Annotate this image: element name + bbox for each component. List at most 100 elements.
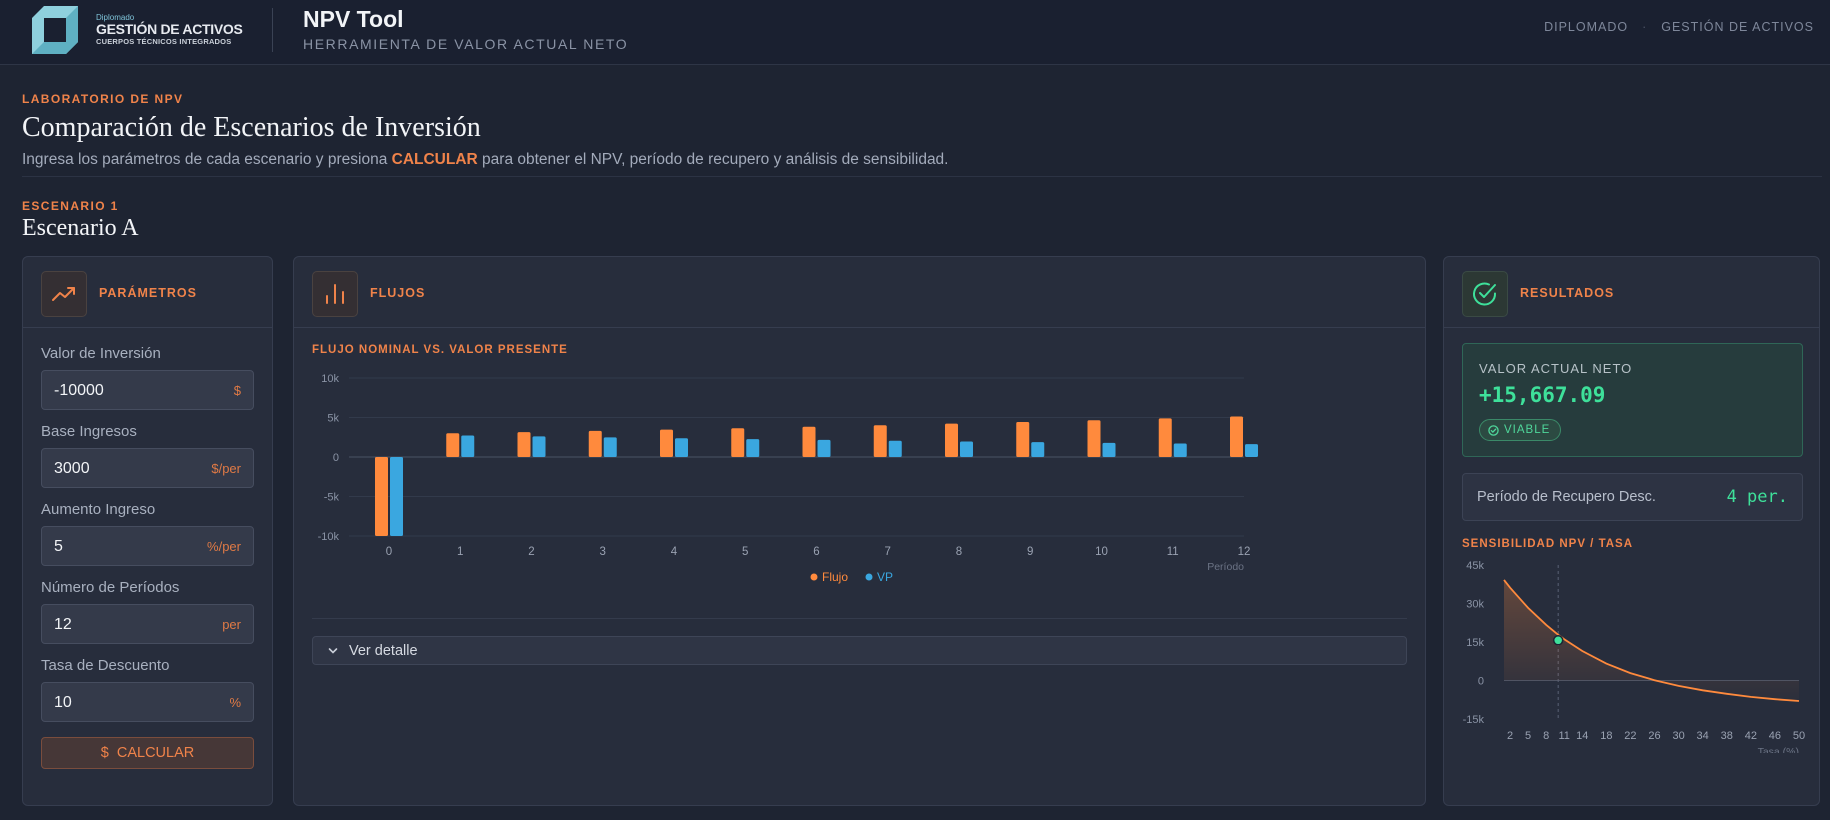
nav-link-diplomado[interactable]: DIPLOMADO [1544, 20, 1628, 34]
bar-flujo [446, 433, 460, 457]
params-card-header: PARÁMETROS [23, 257, 272, 328]
x-tick-label: 2 [1507, 730, 1513, 742]
y-tick-label: 0 [333, 452, 339, 464]
flows-divider [312, 618, 1407, 619]
npv-label: VALOR ACTUAL NETO [1479, 361, 1633, 376]
bar-flujo [873, 425, 887, 457]
periods-input[interactable] [54, 614, 194, 636]
bar-flujo [1158, 418, 1172, 457]
x-tick-label: 30 [1672, 730, 1684, 742]
bar-vp [390, 457, 403, 536]
bar-vp [960, 441, 973, 457]
x-axis-label: Período [1207, 561, 1244, 573]
bar-flujo [731, 428, 745, 457]
header-divider [272, 8, 273, 52]
x-tick-label: 3 [600, 546, 606, 558]
bar-vp [888, 440, 902, 457]
logo-icon [32, 6, 78, 54]
x-tick-label: 4 [671, 546, 678, 558]
x-tick-label: 38 [1721, 730, 1733, 742]
params-card-title: PARÁMETROS [99, 286, 197, 300]
investment-input[interactable] [54, 380, 194, 402]
x-tick-label: 46 [1769, 730, 1781, 742]
bar-flujo [517, 432, 531, 457]
top-bar: Diplomado GESTIÓN DE ACTIVOS CUERPOS TÉC… [0, 0, 1830, 65]
y-tick-label: -5k [324, 492, 340, 504]
base-income-field[interactable]: $/per [41, 448, 254, 488]
scenario-kicker: ESCENARIO 1 [22, 199, 119, 213]
x-tick-label: 18 [1600, 730, 1612, 742]
income-growth-field[interactable]: %/per [41, 526, 254, 566]
y-tick-label: 15k [1466, 637, 1484, 649]
sensitivity-line-chart: 45k 30k 15k 0 -15k 2 5 8 11 14 18 22 26 30 34 38 42 46 50 T… [1463, 560, 1806, 753]
discount-rate-unit: % [229, 695, 241, 710]
page-kicker: LABORATORIO DE NPV [22, 92, 184, 106]
x-tick-label: 12 [1238, 546, 1251, 558]
logo-main-text: GESTIÓN DE ACTIVOS [96, 21, 243, 37]
periods-label: Número de Períodos [41, 579, 180, 596]
view-details-toggle[interactable]: Ver detalle [312, 636, 1407, 665]
bar-flujo [588, 430, 602, 457]
base-income-input[interactable] [54, 458, 194, 480]
x-tick-label: 0 [386, 546, 392, 558]
bar-vp [532, 436, 546, 457]
x-tick-label: 11 [1558, 730, 1569, 742]
scenario-title: Escenario A [22, 215, 139, 241]
calculate-button-label: CALCULAR [116, 745, 195, 761]
chevron-down-icon [328, 647, 338, 654]
y-tick-label: -10k [318, 531, 340, 543]
flows-chart-title: FLUJO NOMINAL VS. VALOR PRESENTE [312, 344, 568, 356]
periods-unit: per [222, 617, 241, 632]
investment-label: Valor de Inversión [41, 345, 161, 362]
x-tick-label: 22 [1624, 730, 1636, 742]
app-subtitle: HERRAMIENTA DE VALOR ACTUAL NETO [303, 36, 629, 52]
calculate-button[interactable]: $ CALCULAR [41, 737, 254, 769]
results-card: RESULTADOS VALOR ACTUAL NETO +15,667.09 … [1443, 256, 1820, 806]
check-circle-icon [1462, 271, 1508, 317]
npv-value: +15,667.09 [1479, 383, 1606, 407]
flows-bar-chart: 10k5k0-5k-10k0 1 2 3 4 5 6 7 8 9 10 11 12PeríodoFluj… [318, 373, 1258, 584]
x-tick-label: 5 [1525, 730, 1531, 742]
page-lead: Ingresa los parámetros de cada escenario… [22, 151, 949, 169]
investment-field[interactable]: $ [41, 370, 254, 410]
x-tick-label: 14 [1576, 730, 1588, 742]
bar-vp [675, 438, 688, 457]
y-tick-label: 0 [1478, 676, 1484, 688]
top-nav: DIPLOMADO · GESTIÓN DE ACTIVOS [1544, 20, 1814, 34]
npv-panel: VALOR ACTUAL NETO +15,667.09 VIABLE [1462, 343, 1803, 457]
income-growth-input[interactable] [54, 536, 194, 558]
legend-label-vp: VP [877, 570, 893, 584]
x-tick-label: 34 [1697, 730, 1709, 742]
legend-swatch-flujo [810, 573, 818, 581]
discount-rate-field[interactable]: % [41, 682, 254, 722]
sensitivity-title: SENSIBILIDAD NPV / TASA [1462, 538, 1634, 550]
bar-chart-icon [312, 271, 358, 317]
bar-flujo [802, 426, 816, 457]
bar-flujo [375, 457, 388, 536]
bar-vp [1173, 443, 1187, 457]
sensitivity-area [1504, 579, 1799, 701]
x-tick-label: 7 [885, 546, 891, 558]
payback-panel: Período de Recupero Desc. 4 per. [1462, 473, 1803, 521]
payback-label: Período de Recupero Desc. [1477, 489, 1656, 505]
nav-link-gestion-de-activos[interactable]: GESTIÓN DE ACTIVOS [1661, 20, 1814, 34]
y-tick-label: 45k [1466, 560, 1484, 572]
npv-marker-point [1552, 635, 1564, 646]
bar-vp [1245, 444, 1258, 457]
payback-value: 4 per. [1726, 487, 1788, 507]
x-tick-label: 6 [813, 546, 819, 558]
x-tick-label: 11 [1167, 546, 1179, 558]
y-tick-label: 10k [321, 373, 339, 385]
y-tick-label: 5k [327, 413, 339, 425]
base-income-label: Base Ingresos [41, 423, 137, 440]
discount-rate-input[interactable] [54, 692, 194, 714]
x-tick-label: 9 [1027, 546, 1033, 558]
y-tick-label: -15k [1463, 714, 1485, 726]
periods-field[interactable]: per [41, 604, 254, 644]
viable-badge: VIABLE [1479, 419, 1562, 441]
x-tick-label: 26 [1648, 730, 1660, 742]
bar-vp [1031, 442, 1045, 457]
results-card-title: RESULTADOS [1520, 286, 1615, 300]
x-tick-label: 1 [457, 546, 463, 558]
base-income-unit: $/per [211, 461, 241, 476]
